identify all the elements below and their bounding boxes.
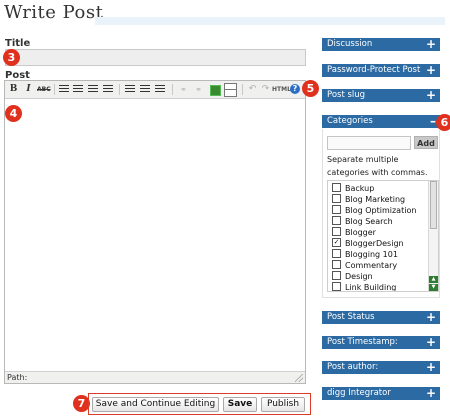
- expand-icon[interactable]: +: [426, 361, 436, 374]
- category-item[interactable]: Blog Search: [332, 216, 393, 227]
- category-item[interactable]: ✓ BloggerDesign: [332, 238, 404, 249]
- toolbar-separator: [242, 84, 243, 95]
- expand-icon[interactable]: +: [426, 89, 436, 102]
- scrollbar-thumb[interactable]: [430, 181, 437, 229]
- category-item[interactable]: Link Building: [332, 282, 396, 291]
- panel-post-author[interactable]: Post author: +: [322, 361, 440, 374]
- align-right-icon[interactable]: [155, 85, 165, 94]
- category-help-text: Separate multiple categories with commas…: [327, 155, 428, 177]
- editor-toolbar: B I ABC ⚭ ⚭ ↶ ↷ HTML ?: [5, 81, 305, 99]
- bullet-list-icon[interactable]: [59, 85, 69, 94]
- outdent-icon[interactable]: [88, 85, 98, 94]
- category-item[interactable]: Design: [332, 271, 373, 282]
- checkbox[interactable]: [332, 227, 341, 236]
- category-item[interactable]: Blog Optimization: [332, 205, 416, 216]
- panel-digg-integrator[interactable]: digg Integrator +: [322, 387, 440, 400]
- checkbox[interactable]: [332, 271, 341, 280]
- badge-3: 3: [3, 49, 20, 66]
- title-input[interactable]: [5, 49, 306, 66]
- scroll-down-icon[interactable]: ▼: [429, 284, 438, 291]
- panel-post-timestamp[interactable]: Post Timestamp: +: [322, 336, 440, 349]
- new-category-input[interactable]: [327, 136, 411, 150]
- panel-post-status[interactable]: Post Status +: [322, 311, 440, 324]
- expand-icon[interactable]: +: [426, 387, 436, 400]
- checkbox-checked[interactable]: ✓: [332, 238, 341, 247]
- checkbox[interactable]: [332, 205, 341, 214]
- category-list: Backup Blog Marketing Blog Optimization …: [327, 180, 439, 292]
- checkbox[interactable]: [332, 216, 341, 225]
- category-item[interactable]: Backup: [332, 183, 374, 194]
- add-category-button[interactable]: Add: [414, 136, 438, 149]
- html-source-button[interactable]: HTML: [272, 83, 291, 96]
- page-title: Write Post: [4, 2, 104, 23]
- title-underline: [95, 17, 445, 25]
- category-scrollbar[interactable]: ▲ ▼: [428, 181, 438, 291]
- indent-icon[interactable]: [103, 85, 113, 94]
- numbered-list-icon[interactable]: [73, 85, 83, 94]
- editor-status-bar: Path:: [5, 371, 305, 383]
- toolbar-separator: [172, 84, 173, 95]
- strikethrough-button[interactable]: ABC: [37, 83, 51, 96]
- checkbox[interactable]: [332, 194, 341, 203]
- align-left-icon[interactable]: [125, 85, 135, 94]
- scroll-up-icon[interactable]: ▲: [429, 276, 438, 283]
- toolbar-separator: [54, 84, 55, 95]
- insert-image-icon[interactable]: [210, 85, 221, 96]
- editor-body[interactable]: [5, 99, 305, 371]
- unlink-icon[interactable]: ⚭: [192, 83, 205, 96]
- category-item[interactable]: Blogging 101: [332, 249, 398, 260]
- insert-more-icon[interactable]: [224, 83, 237, 97]
- align-center-icon[interactable]: [140, 85, 150, 94]
- checkbox[interactable]: [332, 249, 341, 258]
- title-label: Title: [5, 38, 31, 49]
- path-label: Path:: [7, 373, 28, 382]
- category-item[interactable]: Commentary: [332, 260, 397, 271]
- checkbox[interactable]: [332, 183, 341, 192]
- publish-actions: Save and Continue Editing Save Publish: [88, 393, 311, 415]
- expand-icon[interactable]: +: [426, 38, 436, 51]
- redo-icon[interactable]: ↷: [259, 83, 272, 96]
- resize-handle[interactable]: [295, 374, 303, 382]
- panel-password-protect[interactable]: Password-Protect Post +: [322, 64, 440, 77]
- publish-button[interactable]: Publish: [261, 397, 305, 412]
- expand-icon[interactable]: +: [426, 311, 436, 324]
- badge-5: 5: [302, 80, 319, 97]
- save-button[interactable]: Save: [223, 397, 257, 412]
- categories-box: Add Separate multiple categories with co…: [322, 129, 440, 298]
- checkbox[interactable]: [332, 260, 341, 269]
- category-item[interactable]: Blog Marketing: [332, 194, 405, 205]
- toolbar-separator: [119, 84, 120, 95]
- panel-post-slug[interactable]: Post slug +: [322, 89, 440, 102]
- save-continue-button[interactable]: Save and Continue Editing: [92, 397, 219, 412]
- italic-button[interactable]: I: [22, 83, 35, 96]
- undo-icon[interactable]: ↶: [246, 83, 259, 96]
- post-editor[interactable]: B I ABC ⚭ ⚭ ↶ ↷ HTML ? Path:: [4, 80, 306, 384]
- expand-icon[interactable]: +: [426, 64, 436, 77]
- bold-button[interactable]: B: [7, 83, 20, 96]
- panel-discussion[interactable]: Discussion +: [322, 38, 440, 51]
- checkbox[interactable]: [332, 282, 341, 291]
- badge-4: 4: [5, 105, 22, 122]
- category-item[interactable]: Blogger: [332, 227, 376, 238]
- expand-icon[interactable]: +: [426, 336, 436, 349]
- panel-categories[interactable]: Categories –: [322, 115, 440, 128]
- help-icon[interactable]: ?: [290, 84, 300, 94]
- link-icon[interactable]: ⚭: [177, 83, 190, 96]
